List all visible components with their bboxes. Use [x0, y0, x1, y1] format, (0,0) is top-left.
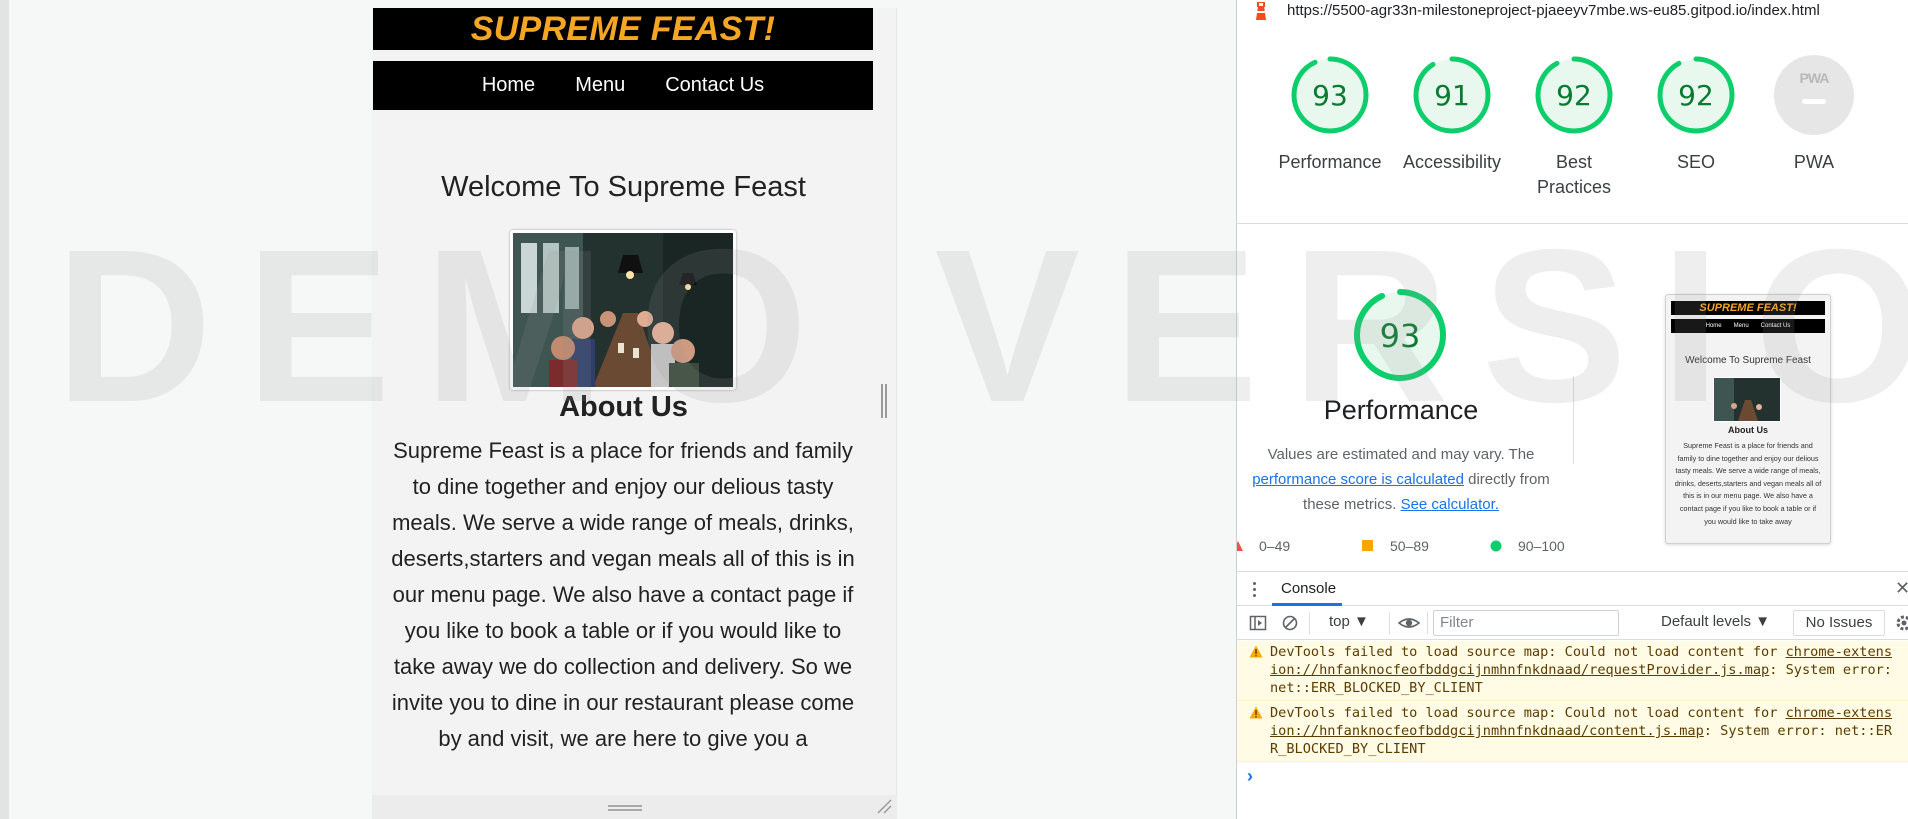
context-selector[interactable]: top ▼ [1329, 613, 1369, 630]
gear-icon[interactable] [1895, 614, 1908, 632]
thumb-welcome: Welcome To Supreme Feast [1685, 355, 1811, 366]
nav-link-home[interactable]: Home [482, 74, 535, 97]
device-preview: SUPREME FEAST! Home Menu Contact Us Welc… [372, 8, 897, 795]
page-screenshot-thumbnail[interactable]: SUPREME FEAST! Home Menu Contact Us Welc… [1665, 294, 1831, 544]
label-performance: Performance [1278, 152, 1382, 172]
warning-icon [1249, 706, 1263, 719]
thumb-about: About Us [1728, 425, 1768, 435]
kebab-menu-icon[interactable] [1253, 582, 1257, 598]
score-performance: 93 [1312, 79, 1348, 112]
restaurant-hero-image [510, 230, 736, 390]
square-average-icon [1362, 540, 1373, 551]
legend-fail: 0–49 [1237, 538, 1291, 554]
console-toolbar: top ▼ Filter Default levels ▼ No Issues [1237, 606, 1908, 640]
about-us-heading: About Us [559, 391, 688, 423]
eye-icon[interactable] [1398, 614, 1420, 632]
thumb-image [1713, 377, 1781, 422]
legend-average-label: 50–89 [1390, 538, 1429, 554]
score-performance-detail: 93 [1379, 317, 1421, 355]
warning-icon [1249, 645, 1263, 658]
legend-pass-label: 90–100 [1518, 538, 1565, 554]
pwa-badge-text: PWA [1799, 70, 1830, 86]
resize-handle-side[interactable] [881, 384, 887, 418]
tab-console[interactable]: Console [1281, 580, 1336, 597]
label-seo: SEO [1676, 152, 1715, 172]
sidebar-toggle-icon[interactable] [1249, 614, 1267, 632]
thumb-about-text: Supreme Feast is a place for friends and… [1674, 441, 1822, 526]
site-header-title: SUPREME FEAST! [373, 8, 873, 50]
restaurant-photo-illustration [513, 233, 733, 387]
pwa-badge-icon[interactable]: PWA [1774, 55, 1854, 135]
label-accessibility: Accessibility [1402, 152, 1502, 172]
warning-text: DevTools failed to load source map: Coul… [1270, 644, 1786, 660]
perf-desc-text-1: Values are estimated and may vary. The [1267, 446, 1535, 463]
performance-title: Performance [1323, 395, 1479, 425]
legend-average: 50–89 [1362, 538, 1429, 554]
console-prompt-caret[interactable]: › [1247, 766, 1253, 787]
thumb-header: SUPREME FEAST! [1671, 301, 1825, 315]
gauge-accessibility[interactable]: 91 [1412, 55, 1492, 135]
thumb-nav-home: Home [1705, 323, 1722, 329]
section-divider [1237, 223, 1908, 224]
nav-link-menu[interactable]: Menu [575, 74, 625, 97]
pwa-badge-bar [1802, 99, 1826, 104]
warning-text: DevTools failed to load source map: Coul… [1270, 705, 1786, 721]
performance-description: Values are estimated and may vary. The p… [1237, 442, 1567, 517]
issues-button[interactable]: No Issues [1793, 610, 1885, 636]
about-us-text: Supreme Feast is a place for friends and… [391, 438, 855, 751]
console-drawer-tabbar: Console ✕ [1237, 571, 1908, 606]
lighthouse-icon [1256, 2, 1266, 20]
resize-handle-corner[interactable] [876, 798, 892, 814]
thumb-photo-illustration [1714, 378, 1780, 421]
site-nav: Home Menu Contact Us [373, 61, 873, 110]
devtools-panel: https://5500-agr33n-milestoneproject-pja… [1236, 0, 1908, 819]
warning-message: DevTools failed to load source map: Coul… [1270, 704, 1900, 758]
vertical-separator [1573, 376, 1574, 464]
nav-link-contact[interactable]: Contact Us [665, 74, 764, 97]
thumb-nav: Home Menu Contact Us [1671, 319, 1825, 333]
score-accessibility: 91 [1434, 79, 1470, 112]
console-filter-input[interactable]: Filter [1433, 610, 1619, 636]
close-drawer-icon[interactable]: ✕ [1895, 578, 1908, 599]
lighthouse-url-bar: https://5500-agr33n-milestoneproject-pja… [1237, 0, 1908, 24]
log-levels-dropdown[interactable]: Default levels ▼ [1661, 613, 1770, 630]
gauge-performance[interactable]: 93 [1290, 55, 1370, 135]
legend-fail-label: 0–49 [1259, 538, 1291, 554]
welcome-heading: Welcome To Supreme Feast [441, 171, 806, 203]
circle-pass-icon [1490, 540, 1502, 552]
clear-console-icon[interactable] [1281, 614, 1299, 632]
label-pwa: PWA [1793, 152, 1835, 172]
score-best-practices: 92 [1556, 79, 1592, 112]
see-calculator-link[interactable]: See calculator. [1401, 496, 1499, 513]
toolbar-separator [1389, 612, 1390, 634]
thumb-nav-contact: Contact Us [1760, 323, 1791, 329]
gauge-performance-detail: 93 [1353, 288, 1447, 382]
gauge-seo[interactable]: 92 [1656, 55, 1736, 135]
triangle-fail-icon [1237, 541, 1243, 551]
console-warning-row[interactable]: DevTools failed to load source map: Coul… [1237, 702, 1908, 762]
legend-pass: 90–100 [1490, 538, 1565, 554]
toolbar-separator [1309, 612, 1310, 634]
warning-message: DevTools failed to load source map: Coul… [1270, 643, 1900, 697]
left-edge-stripe [0, 0, 9, 819]
console-warning-row[interactable]: DevTools failed to load source map: Coul… [1237, 641, 1908, 701]
score-seo: 92 [1678, 79, 1714, 112]
thumb-nav-menu: Menu [1733, 323, 1749, 329]
perf-score-calc-link[interactable]: performance score is calculated [1252, 471, 1464, 488]
label-best-practices: Best Practices [1536, 152, 1612, 197]
gauge-best-practices[interactable]: 92 [1534, 55, 1614, 135]
toolbar-separator [1427, 612, 1428, 634]
audited-url[interactable]: https://5500-agr33n-milestoneproject-pja… [1287, 2, 1820, 19]
resize-handle-bottom[interactable] [608, 805, 642, 811]
